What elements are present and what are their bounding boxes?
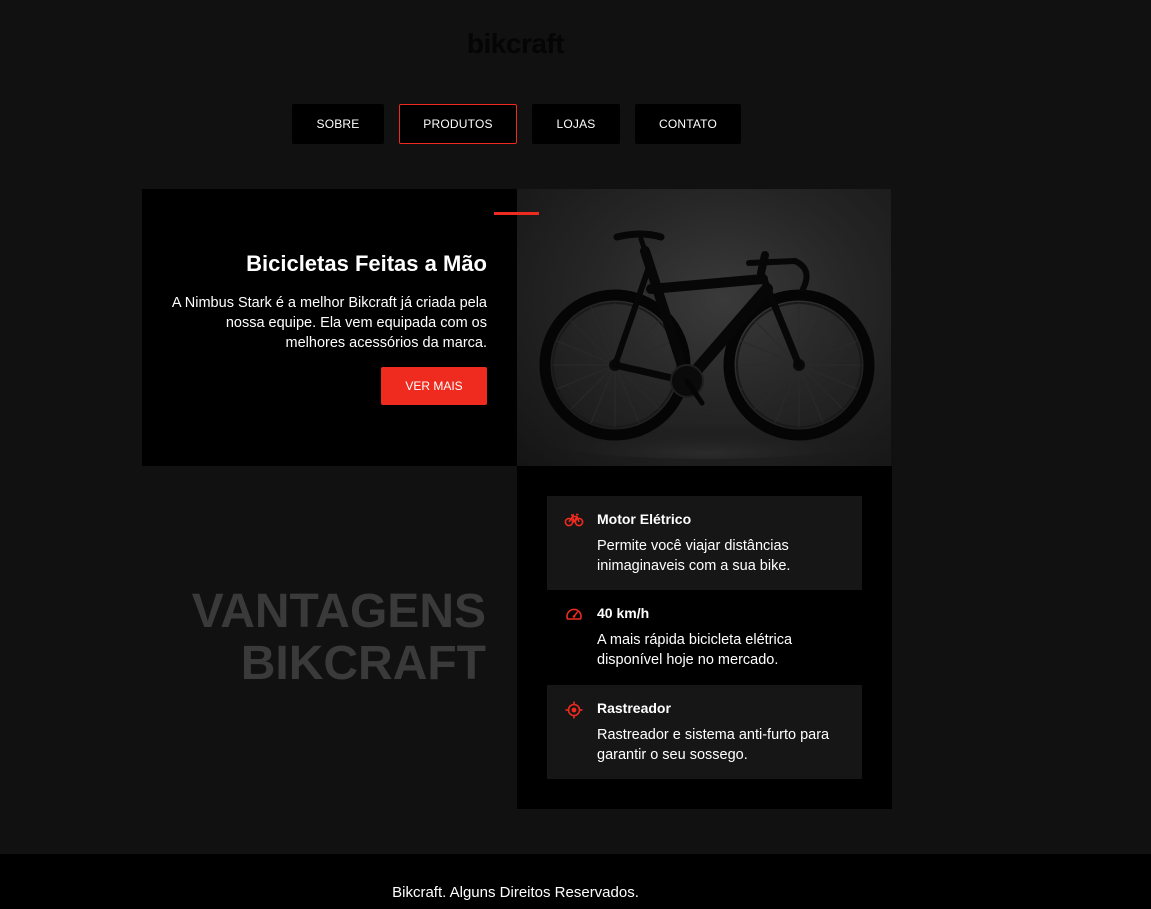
vantagens-panel: Motor Elétrico Permite você viajar distâ… <box>517 466 892 809</box>
nav-sobre[interactable]: SOBRE <box>292 104 384 144</box>
vantagem-motor-eletrico: Motor Elétrico Permite você viajar distâ… <box>547 496 862 590</box>
nav-contato[interactable]: CONTATO <box>635 104 741 144</box>
vantagem-description: Rastreador e sistema anti-furto para gar… <box>597 727 830 763</box>
nav-lojas[interactable]: LOJAS <box>532 104 620 144</box>
hero-description: A Nimbus Stark é a melhor Bikcraft já cr… <box>171 295 487 351</box>
main-nav: SOBRE PRODUTOS LOJAS CONTATO <box>292 104 741 144</box>
vantagem-description: A mais rápida bicicleta elétrica disponí… <box>597 632 793 668</box>
vantagem-description: Permite você viajar distâncias inimagina… <box>597 538 791 574</box>
vantagem-rastreador: Rastreador Rastreador e sistema anti-fur… <box>547 685 862 779</box>
nav-produtos[interactable]: PRODUTOS <box>399 104 517 144</box>
site-logo[interactable]: bikcraft <box>0 28 1031 60</box>
footer: Bikcraft. Alguns Direitos Reservados. <box>0 854 1151 909</box>
bike-image <box>517 189 891 466</box>
vantagens-title: VANTAGENS BIKCRAFT <box>191 585 486 690</box>
bicycle-icon <box>564 510 584 530</box>
vantagem-name: 40 km/h <box>597 605 650 621</box>
footer-copyright: Bikcraft. Alguns Direitos Reservados. <box>392 884 639 901</box>
vantagem-name: Motor Elétrico <box>597 511 692 527</box>
hero-accent-line <box>494 212 539 215</box>
vantagem-name: Rastreador <box>597 700 671 716</box>
ver-mais-button[interactable]: VER MAIS <box>381 367 487 405</box>
speedometer-icon <box>564 604 584 624</box>
road-bike-illustration <box>527 230 887 459</box>
hero-section: Bicicletas Feitas a Mão A Nimbus Stark é… <box>142 189 517 466</box>
vantagem-velocidade: 40 km/h A mais rápida bicicleta elétrica… <box>547 590 862 684</box>
hero-title: Bicicletas Feitas a Mão <box>246 251 487 276</box>
target-icon <box>564 699 584 719</box>
